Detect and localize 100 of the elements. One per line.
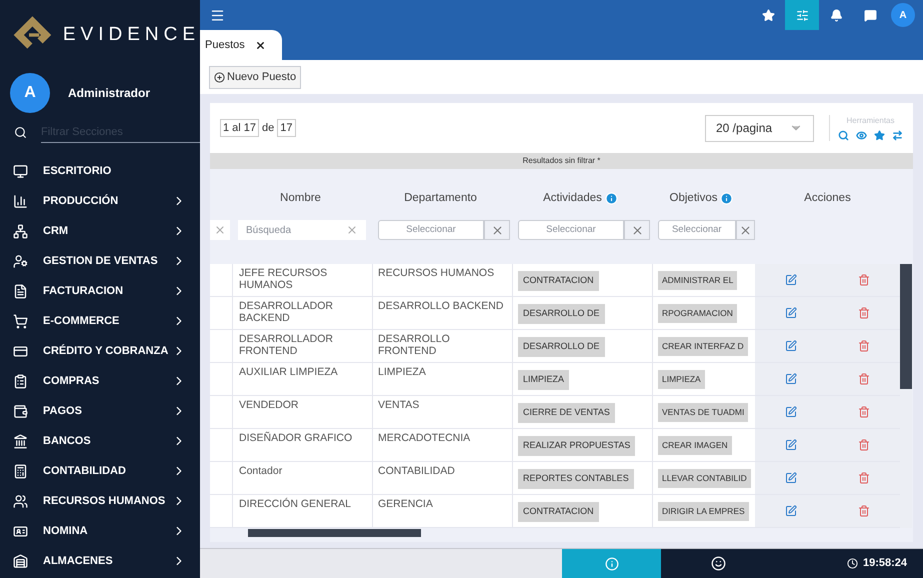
table-cell: DIRECCIÓN GENERAL	[239, 498, 352, 510]
horizontal-scrollbar[interactable]	[248, 529, 421, 537]
clear-icon	[490, 224, 504, 236]
table-cell: MERCADOTECNIA	[378, 432, 470, 444]
sidebar-item[interactable]: RECURSOS HUMANOS	[0, 486, 200, 516]
info-icon[interactable]	[720, 192, 734, 205]
table-cell: JEFE RECURSOS HUMANOS	[239, 267, 328, 291]
table-cell: GERENCIA	[378, 498, 433, 510]
delete-icon[interactable]	[858, 274, 870, 286]
sidebar-item[interactable]: CRM	[0, 216, 200, 246]
sidebar-item[interactable]: PRODUCCIÓN	[0, 186, 200, 216]
brand-name: EVIDENCE	[62, 22, 200, 47]
smiley-icon[interactable]	[711, 556, 726, 571]
sidebar-item[interactable]: BANCOS	[0, 426, 200, 456]
user-avatar: A	[10, 73, 50, 113]
sidebar-item[interactable]: CONTABILIDAD	[0, 456, 200, 486]
delete-icon[interactable]	[858, 439, 870, 451]
objective-tag: DIRIGIR LA EMPRES	[658, 502, 749, 521]
table-cell: AUXILIAR LIMPIEZA	[239, 366, 338, 378]
delete-icon[interactable]	[858, 340, 870, 352]
activity-tag: DESARROLLO DE	[518, 337, 605, 356]
clear-button[interactable]	[624, 220, 650, 240]
table-cell: DESARROLLADOR FRONTEND	[239, 333, 333, 357]
new-button[interactable]: Nuevo Puesto	[209, 66, 302, 88]
network-icon	[13, 224, 28, 238]
monitor-icon	[13, 164, 28, 178]
activity-tag: CONTRATACION	[518, 271, 599, 290]
clock-time: 19:58:24	[862, 556, 907, 572]
info-icon[interactable]	[604, 192, 618, 205]
sidebar-item[interactable]: ESCRITORIO	[0, 156, 200, 186]
close-icon[interactable]	[254, 40, 266, 50]
page-range: 1 al 17	[220, 118, 260, 138]
document-icon	[13, 284, 28, 298]
bank-icon	[13, 434, 28, 448]
delete-icon[interactable]	[858, 307, 870, 319]
edit-icon[interactable]	[785, 472, 798, 484]
edit-icon[interactable]	[785, 307, 798, 319]
user-name: Administrador	[68, 85, 150, 102]
sidebar-item[interactable]: E-COMMERCE	[0, 306, 200, 336]
delete-icon[interactable]	[858, 505, 870, 517]
search-icon[interactable]	[838, 130, 849, 141]
objective-tag: LIMPIEZA	[658, 370, 705, 389]
delete-icon[interactable]	[858, 373, 870, 385]
swap-icon[interactable]	[892, 130, 903, 141]
scrollbar-thumb[interactable]	[900, 264, 912, 389]
plus-icon	[214, 72, 225, 82]
table-cell: LIMPIEZA	[378, 366, 426, 378]
toolbar-button[interactable]	[785, 0, 819, 30]
sidebar-item[interactable]: FACTURACION	[0, 276, 200, 306]
page-total: 17	[277, 118, 296, 138]
page-size-select[interactable]: 20 /pagina	[705, 114, 814, 142]
edit-icon[interactable]	[785, 505, 798, 517]
search-icon	[14, 126, 27, 138]
clear-button[interactable]	[736, 220, 755, 240]
page-of-label: de	[262, 120, 274, 136]
clipboard-icon	[13, 374, 28, 388]
activity-tag: LIMPIEZA	[518, 370, 570, 390]
edit-icon[interactable]	[785, 406, 798, 418]
clear-button[interactable]	[484, 220, 510, 240]
edit-icon[interactable]	[785, 373, 798, 385]
bell-icon	[830, 8, 842, 22]
activity-tag: REPORTES CONTABLES	[518, 469, 634, 488]
objective-tag: CREAR INTERFAZ D	[658, 337, 748, 356]
sidebar-item[interactable]: GESTION DE VENTAS	[0, 246, 200, 276]
objective-tag: CREAR IMAGEN	[658, 436, 732, 455]
user-avatar[interactable]: A	[891, 3, 915, 27]
delete-icon[interactable]	[858, 472, 870, 484]
warehouse-icon	[13, 554, 28, 568]
people-icon	[13, 494, 28, 508]
table-cell: DESARROLLO FRONTEND	[378, 333, 450, 357]
sidebar-item[interactable]: NOMINA	[0, 516, 200, 546]
table-cell: DISEÑADOR GRAFICO	[239, 432, 352, 444]
table-cell: VENDEDOR	[239, 399, 299, 411]
vertical-scrollbar[interactable]	[900, 264, 912, 528]
table-cell: DESARROLLO BACKEND	[378, 300, 504, 312]
edit-icon[interactable]	[785, 340, 798, 352]
menu-icon[interactable]	[210, 8, 225, 22]
sidebar-item[interactable]: COMPRAS	[0, 366, 200, 396]
clear-button[interactable]	[210, 220, 230, 240]
sidebar-item[interactable]: CRÉDITO Y COBRANZA	[0, 336, 200, 366]
eye-icon[interactable]	[856, 130, 867, 141]
bar-chart-icon	[13, 194, 28, 208]
objective-tag: RPOGRAMACION	[658, 304, 737, 323]
sidebar-item[interactable]: ALMACENES	[0, 546, 200, 576]
star-icon[interactable]	[874, 130, 885, 141]
objective-tag: ADMINISTRAR EL	[658, 271, 738, 290]
clear-icon	[214, 224, 226, 236]
user-icon	[13, 254, 28, 268]
tab[interactable]: Puestos	[200, 30, 282, 60]
column-header: Objetivos	[670, 190, 718, 206]
star-icon	[762, 8, 774, 22]
settings-icon	[796, 8, 808, 22]
edit-icon[interactable]	[785, 274, 798, 286]
sidebar-item[interactable]: PAGOS	[0, 396, 200, 426]
edit-icon[interactable]	[785, 439, 798, 451]
activity-tag: CONTRATACION	[518, 502, 599, 522]
delete-icon[interactable]	[858, 406, 870, 418]
column-header: Departamento	[404, 190, 477, 206]
id-card-icon	[13, 524, 28, 538]
results-banner: Resultados sin filtrar *	[210, 153, 913, 169]
